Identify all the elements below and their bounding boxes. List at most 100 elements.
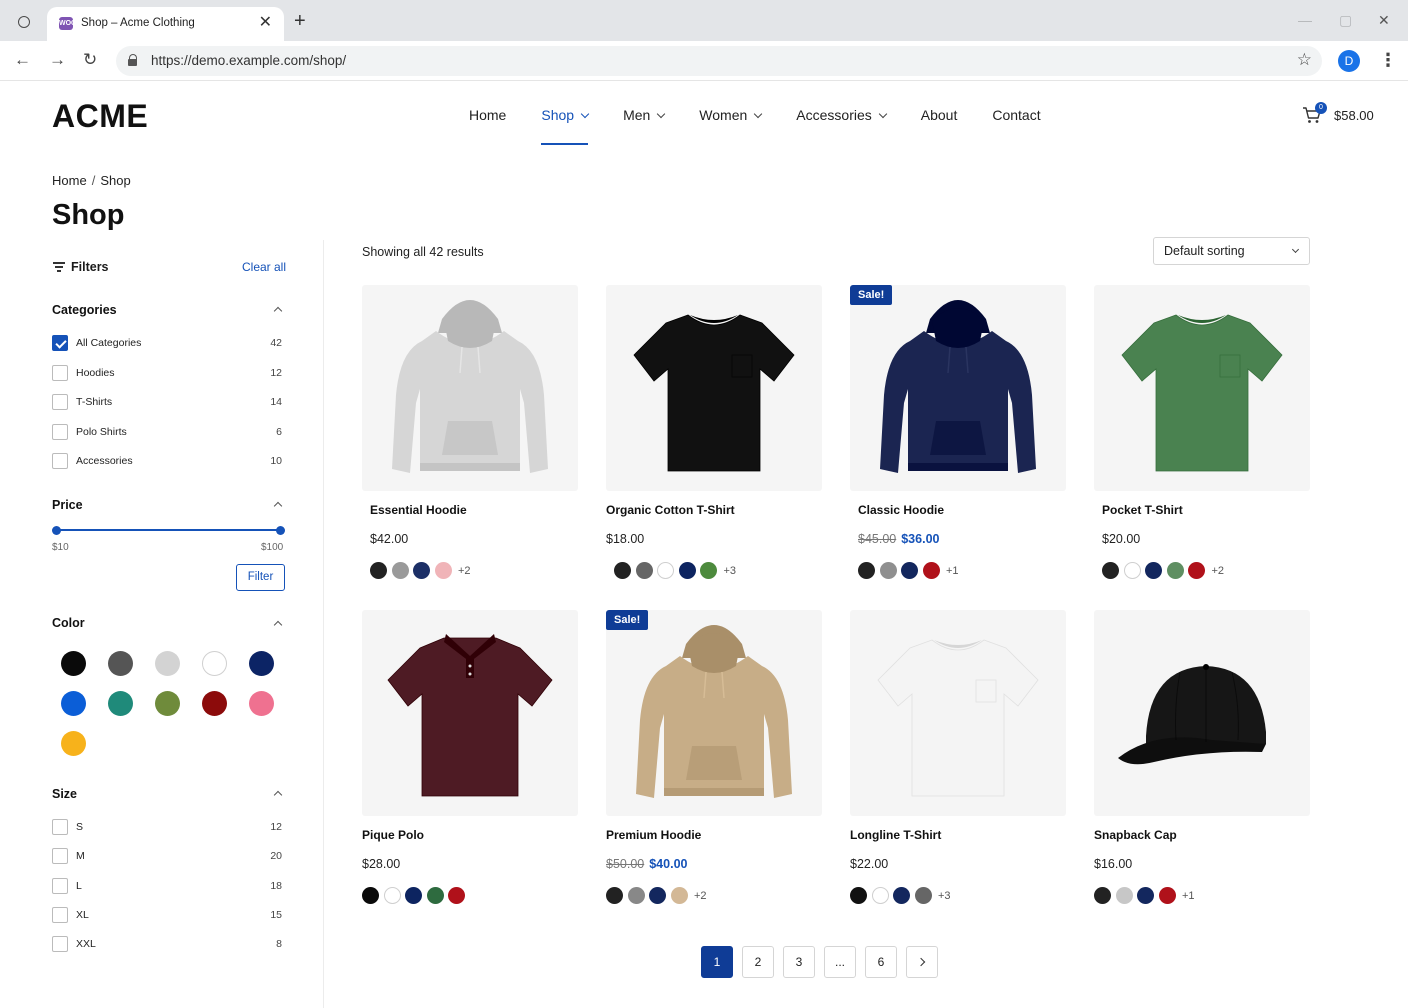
- color-swatch[interactable]: [893, 887, 910, 904]
- size-row[interactable]: XL 15: [52, 906, 282, 925]
- price-slider-max-handle[interactable]: [276, 526, 285, 535]
- page-button-3[interactable]: 3: [783, 946, 815, 978]
- color-swatch[interactable]: [922, 562, 940, 579]
- bookmark-star-icon[interactable]: ☆: [1297, 50, 1312, 70]
- nav-item-men[interactable]: Men: [623, 107, 666, 123]
- color-swatch[interactable]: [1137, 887, 1154, 904]
- product-image[interactable]: [1094, 610, 1310, 816]
- color-swatch[interactable]: [1145, 562, 1162, 579]
- page-button-1[interactable]: 1: [701, 946, 733, 978]
- size-checkbox[interactable]: [52, 877, 68, 894]
- color-swatch[interactable]: [1115, 887, 1133, 904]
- profile-avatar[interactable]: D: [1338, 50, 1360, 72]
- browser-menu-icon[interactable]: ⋮: [1379, 50, 1397, 70]
- product-name[interactable]: Organic Cotton T-Shirt: [606, 503, 735, 517]
- product-name[interactable]: Snapback Cap: [1094, 828, 1177, 842]
- price-slider-track[interactable]: [57, 529, 280, 531]
- page-button-6[interactable]: 6: [865, 946, 897, 978]
- color-swatch[interactable]: [383, 887, 401, 904]
- product-image[interactable]: [362, 285, 578, 491]
- size-checkbox[interactable]: [52, 906, 68, 923]
- color-swatch[interactable]: [635, 562, 653, 579]
- color-swatch[interactable]: [155, 651, 180, 676]
- back-icon[interactable]: ←: [14, 50, 31, 70]
- url-text[interactable]: https://demo.example.com/shop/: [151, 53, 346, 68]
- categories-collapse-icon[interactable]: [273, 306, 283, 316]
- size-checkbox[interactable]: [52, 936, 68, 953]
- color-swatch[interactable]: [657, 562, 674, 579]
- color-swatch[interactable]: [614, 562, 631, 579]
- category-row[interactable]: Hoodies 12: [52, 364, 282, 383]
- product-image[interactable]: Sale!: [606, 610, 822, 816]
- color-swatch[interactable]: [871, 887, 889, 904]
- product-image[interactable]: [1094, 285, 1310, 491]
- price-collapse-icon[interactable]: [273, 501, 283, 511]
- category-row[interactable]: T-Shirts 14: [52, 394, 282, 412]
- color-swatch[interactable]: [202, 691, 227, 716]
- product-image[interactable]: [362, 610, 578, 816]
- size-collapse-icon[interactable]: [273, 790, 283, 800]
- price-slider-min-handle[interactable]: [52, 526, 61, 535]
- product-name[interactable]: Longline T-Shirt: [850, 828, 941, 842]
- category-checkbox[interactable]: [52, 423, 68, 440]
- color-swatch[interactable]: [61, 731, 86, 756]
- category-row[interactable]: Polo Shirts 6: [52, 423, 282, 442]
- category-row[interactable]: Accessories 10: [52, 453, 282, 471]
- size-row[interactable]: XXL 8: [52, 936, 282, 954]
- product-image[interactable]: Sale!: [850, 285, 1066, 491]
- size-row[interactable]: S 12: [52, 819, 282, 837]
- color-title[interactable]: Color: [52, 616, 85, 630]
- color-swatch[interactable]: [426, 887, 444, 904]
- price-filter-button[interactable]: Filter: [236, 564, 285, 591]
- color-swatch[interactable]: [649, 887, 666, 904]
- size-title[interactable]: Size: [52, 787, 77, 801]
- color-swatch[interactable]: [901, 562, 918, 579]
- category-checkbox[interactable]: [52, 364, 68, 381]
- color-swatch[interactable]: [1188, 562, 1205, 579]
- nav-item-about[interactable]: About: [921, 107, 958, 123]
- categories-title[interactable]: Categories: [52, 303, 117, 317]
- color-swatch[interactable]: [678, 562, 696, 579]
- color-swatch[interactable]: [1123, 562, 1141, 579]
- page-button-2[interactable]: 2: [742, 946, 774, 978]
- maximize-icon[interactable]: ▢: [1339, 12, 1352, 29]
- size-checkbox[interactable]: [52, 848, 68, 865]
- color-swatch[interactable]: [448, 887, 465, 904]
- product-image[interactable]: [850, 610, 1066, 816]
- color-swatch[interactable]: [108, 651, 133, 676]
- color-swatch[interactable]: [413, 562, 430, 579]
- color-swatch[interactable]: [879, 562, 897, 579]
- color-swatch[interactable]: [627, 887, 645, 904]
- nav-item-home[interactable]: Home: [469, 107, 506, 123]
- sorting-select[interactable]: Default sorting: [1153, 237, 1310, 265]
- color-swatch[interactable]: [108, 691, 133, 716]
- product-name[interactable]: Premium Hoodie: [606, 828, 701, 842]
- color-swatch[interactable]: [370, 562, 387, 579]
- color-swatch[interactable]: [391, 562, 409, 579]
- color-swatch[interactable]: [405, 887, 422, 904]
- color-swatch[interactable]: [1158, 887, 1176, 904]
- color-swatch[interactable]: [700, 562, 717, 579]
- window-close-icon[interactable]: ✕: [1378, 12, 1390, 29]
- nav-item-contact[interactable]: Contact: [992, 107, 1040, 123]
- size-checkbox[interactable]: [52, 819, 68, 835]
- next-page-icon[interactable]: [906, 946, 938, 978]
- color-swatch[interactable]: [434, 562, 452, 579]
- color-swatch[interactable]: [1166, 562, 1184, 579]
- address-bar[interactable]: https://demo.example.com/shop/ ☆: [116, 46, 1322, 76]
- color-swatch[interactable]: [1102, 562, 1119, 579]
- color-swatch[interactable]: [914, 887, 932, 904]
- nav-item-accessories[interactable]: Accessories: [796, 107, 887, 123]
- site-logo[interactable]: ACME: [52, 98, 148, 135]
- product-name[interactable]: Pique Polo: [362, 828, 424, 842]
- color-swatch[interactable]: [61, 651, 86, 676]
- minimize-icon[interactable]: —: [1298, 12, 1312, 28]
- size-row[interactable]: M 20: [52, 848, 282, 866]
- tab-close-icon[interactable]: ✕: [259, 14, 272, 32]
- color-swatch[interactable]: [670, 887, 688, 904]
- forward-icon[interactable]: →: [49, 50, 66, 70]
- category-checkbox[interactable]: [52, 453, 68, 469]
- color-swatch[interactable]: [1094, 887, 1111, 904]
- reload-icon[interactable]: ↻: [83, 50, 97, 70]
- new-tab-icon[interactable]: +: [294, 10, 306, 32]
